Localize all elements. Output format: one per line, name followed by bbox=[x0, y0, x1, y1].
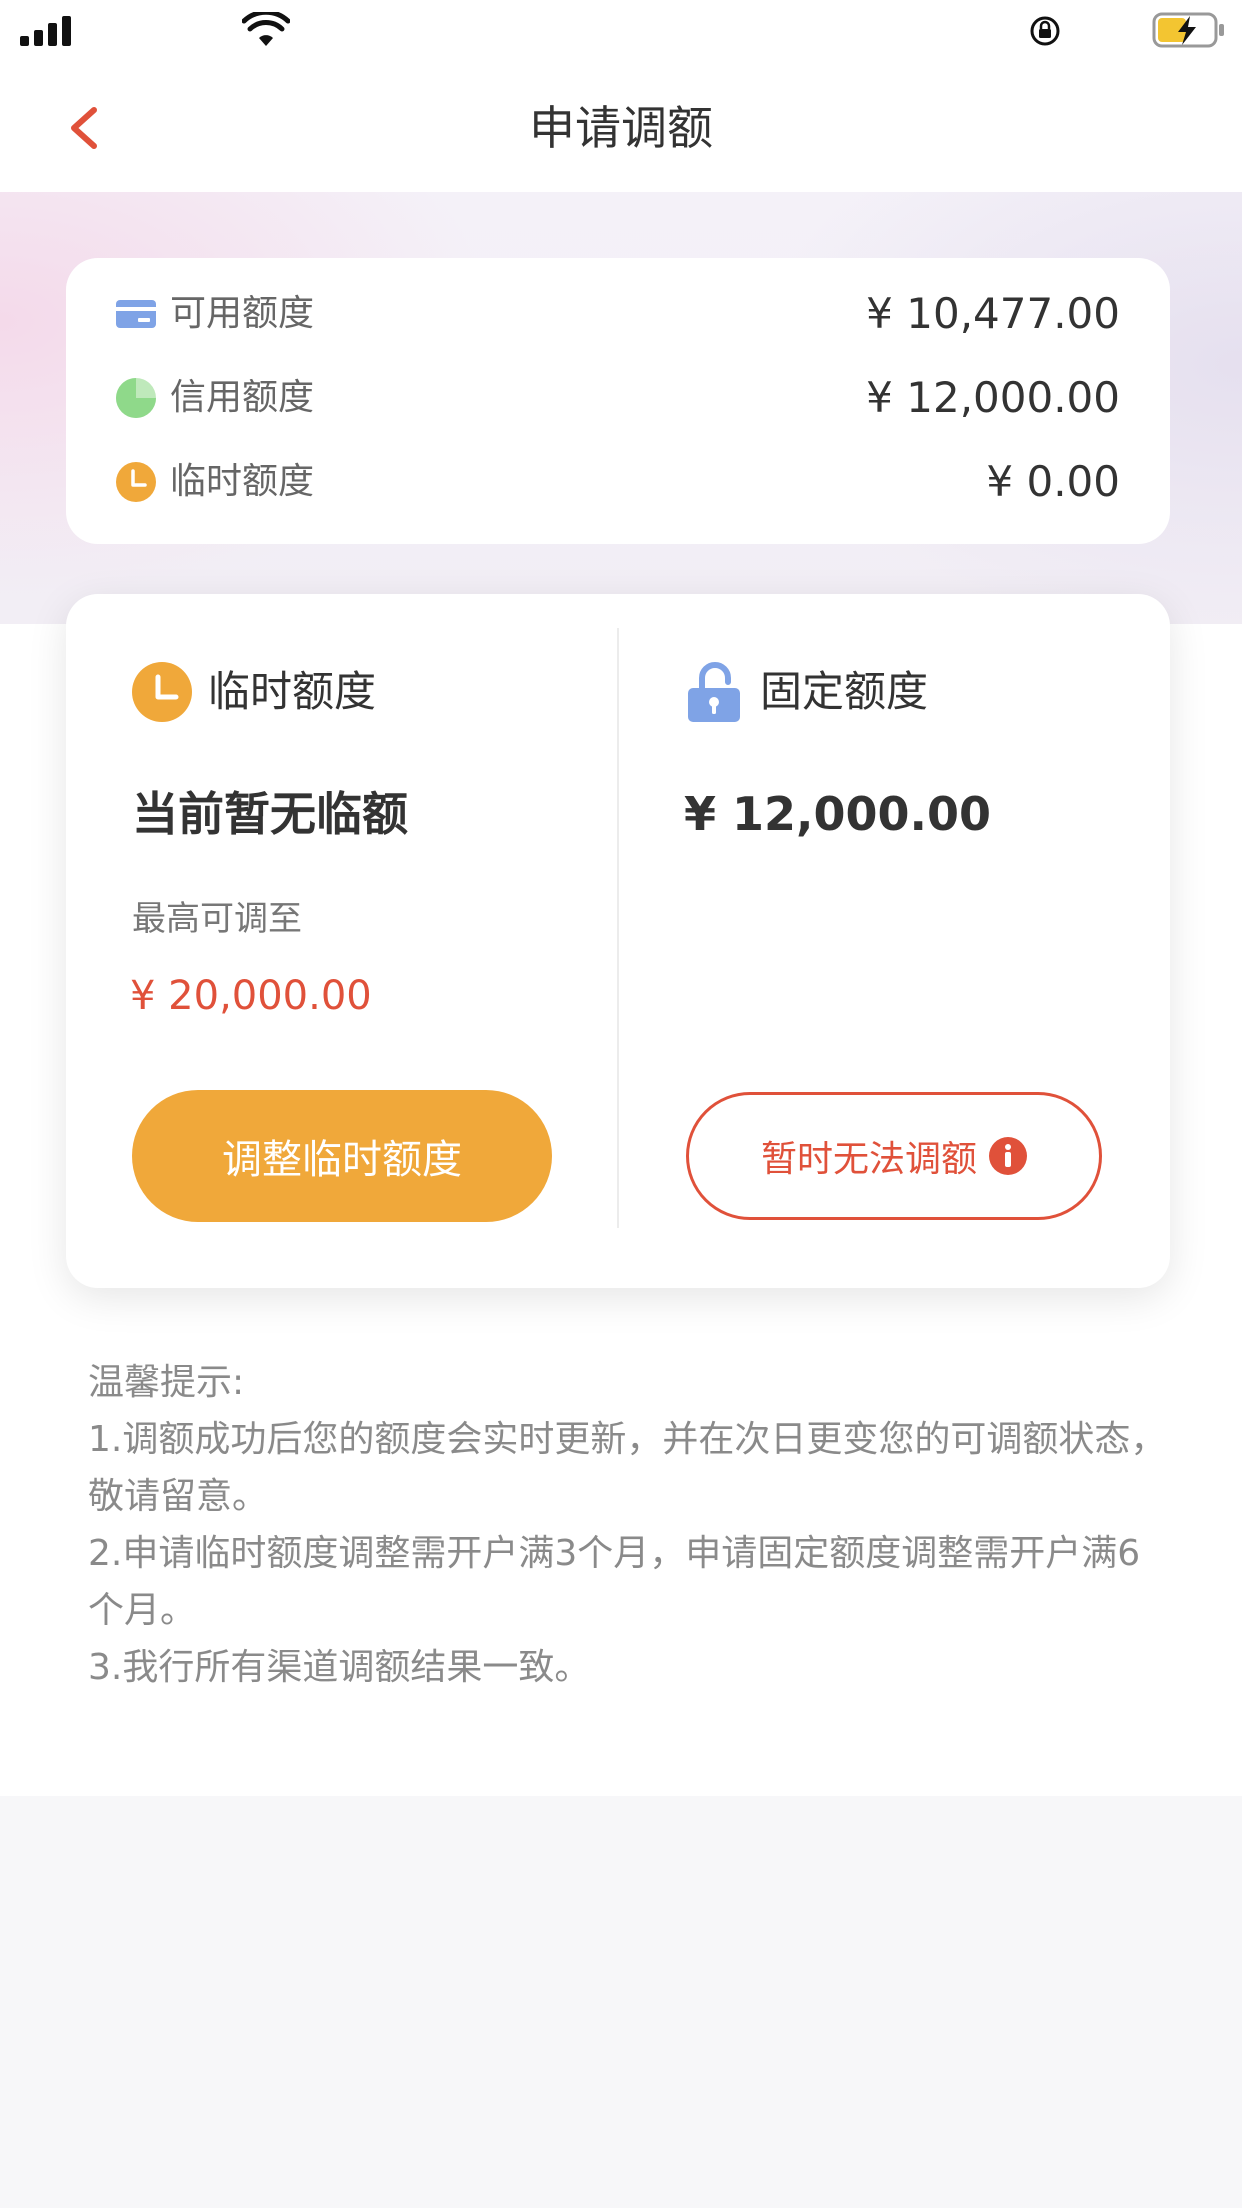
fixed-amount: ¥ 12,000.00 bbox=[684, 787, 992, 841]
temp-column-title: 临时额度 bbox=[208, 667, 377, 716]
tips-section: 温馨提示: 1.调额成功后您的额度会实时更新，并在次日更变您的可调额状态，敬请留… bbox=[88, 1354, 1168, 1696]
adjust-temp-button[interactable]: 调整临时额度 bbox=[132, 1090, 552, 1222]
adjust-card: 临时额度 当前暂无临额 最高可调至 ¥ 20,000.00 调整临时额度 固定额… bbox=[66, 594, 1170, 1288]
cannot-adjust-label: 暂时无法调额 bbox=[760, 1139, 977, 1180]
summary-value: ¥ 0.00 bbox=[986, 457, 1120, 506]
max-value: ¥ 20,000.00 bbox=[130, 973, 372, 1019]
tips-line: 2.申请临时额度调整需开户满3个月，申请固定额度调整需开户满6个月。 bbox=[88, 1533, 1141, 1631]
signal-icon bbox=[20, 16, 71, 46]
tips-line: 3.我行所有渠道调额结果一致。 bbox=[88, 1647, 591, 1688]
clock-icon bbox=[132, 662, 192, 722]
page-title: 申请调额 bbox=[529, 101, 713, 155]
max-label: 最高可调至 bbox=[132, 899, 302, 939]
pie-icon bbox=[116, 378, 156, 418]
cannot-adjust-button[interactable]: 暂时无法调额 bbox=[686, 1092, 1102, 1220]
temp-status: 当前暂无临额 bbox=[132, 787, 408, 841]
status-bar bbox=[0, 0, 1242, 62]
summary-row-available: 可用额度 ¥ 10,477.00 bbox=[116, 284, 1120, 344]
summary-label: 信用额度 bbox=[170, 377, 315, 418]
lock-icon bbox=[688, 662, 740, 722]
tips-line: 1.调额成功后您的额度会实时更新，并在次日更变您的可调额状态，敬请留意。 bbox=[88, 1419, 1167, 1517]
nav-bar: 申请调额 bbox=[0, 62, 1242, 192]
summary-label: 临时额度 bbox=[170, 461, 315, 502]
summary-value: ¥ 10,477.00 bbox=[866, 289, 1120, 338]
battery-icon bbox=[1152, 12, 1224, 48]
summary-row-temp: 临时额度 ¥ 0.00 bbox=[116, 452, 1120, 512]
rotation-lock-icon bbox=[1030, 16, 1060, 46]
info-icon[interactable] bbox=[989, 1137, 1027, 1175]
card-icon bbox=[116, 300, 156, 328]
tips-heading: 温馨提示: bbox=[88, 1362, 245, 1403]
summary-row-credit: 信用额度 ¥ 12,000.00 bbox=[116, 368, 1120, 428]
summary-card: 可用额度 ¥ 10,477.00 信用额度 ¥ 12,000.00 临时额度 ¥… bbox=[66, 258, 1170, 544]
fixed-column-title: 固定额度 bbox=[760, 667, 929, 716]
clock-icon bbox=[116, 462, 156, 502]
summary-label: 可用额度 bbox=[170, 293, 315, 334]
wifi-icon bbox=[242, 12, 290, 46]
column-divider bbox=[617, 628, 619, 1228]
summary-value: ¥ 12,000.00 bbox=[866, 373, 1120, 422]
